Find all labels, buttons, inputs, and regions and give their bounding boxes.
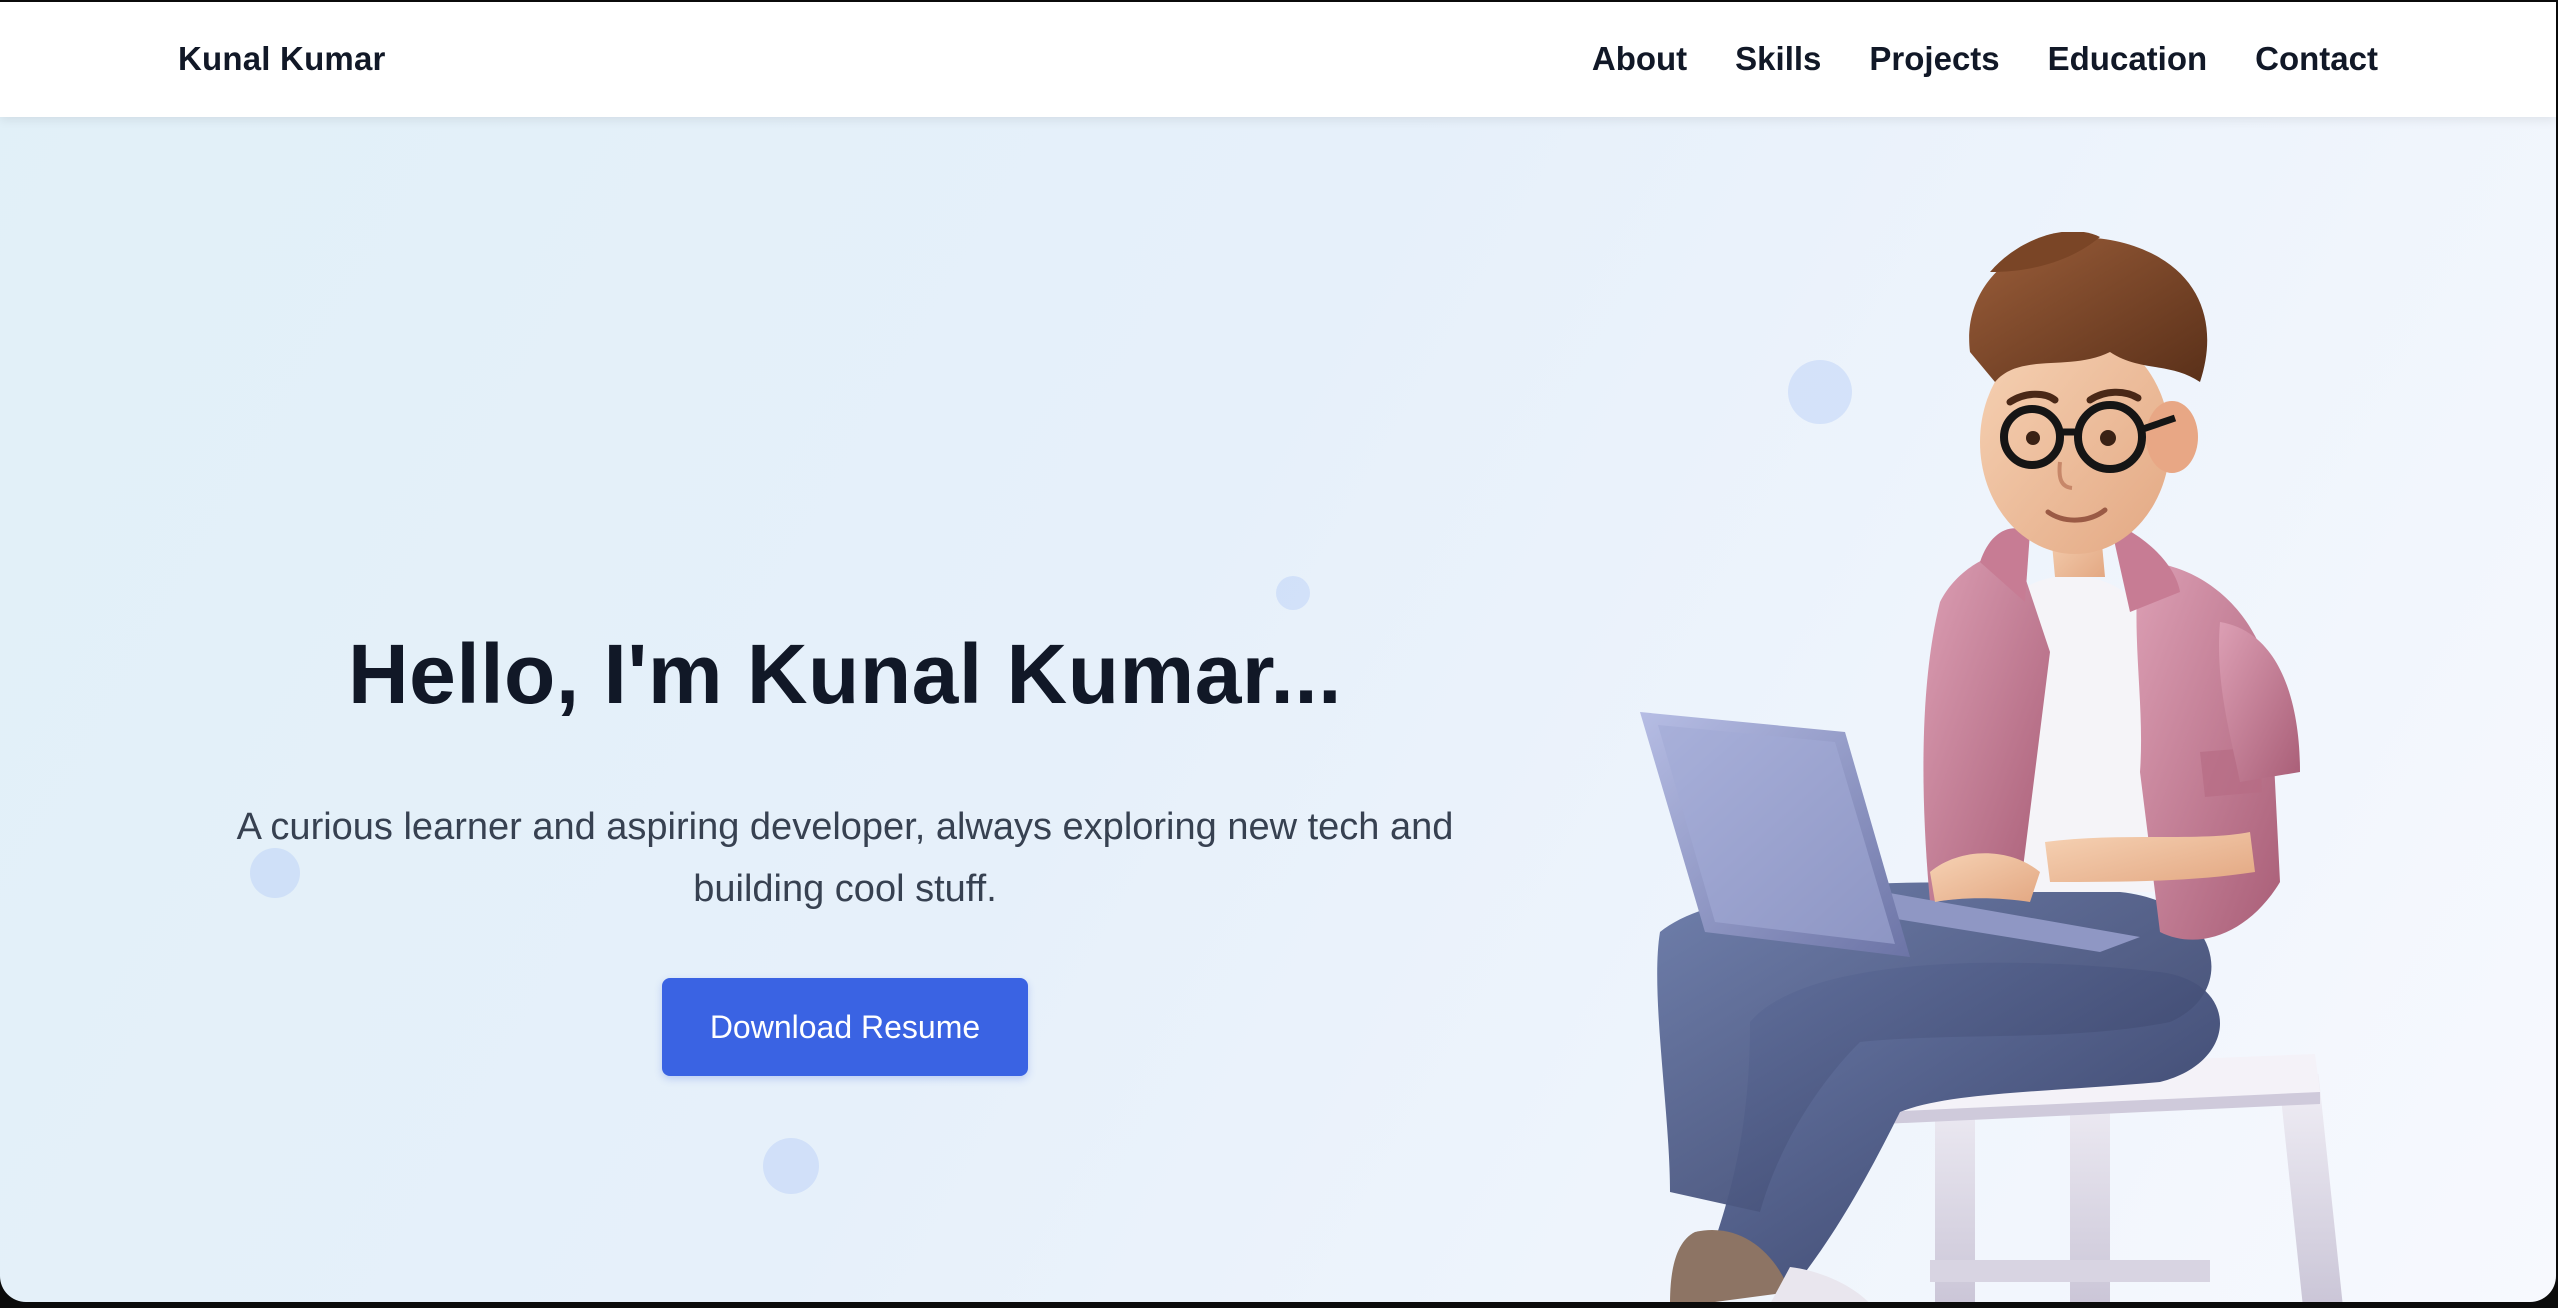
page: Kunal Kumar About Skills Projects Educat…	[0, 2, 2556, 1302]
hero-title: Hello, I'm Kunal Kumar...	[347, 627, 1342, 721]
nav-item-skills[interactable]: Skills	[1735, 40, 1821, 78]
top-navbar: Kunal Kumar About Skills Projects Educat…	[0, 2, 2556, 117]
developer-with-laptop-illustration	[1640, 232, 2344, 1302]
hero-section: Hello, I'm Kunal Kumar... A curious lear…	[200, 632, 1490, 1076]
brand-logo-link[interactable]: Kunal Kumar	[178, 40, 386, 78]
nav-item-about[interactable]: About	[1592, 40, 1687, 78]
nav-item-projects[interactable]: Projects	[1869, 40, 1999, 78]
decorative-bubble	[763, 1138, 819, 1194]
nav-links: About Skills Projects Education Contact	[1592, 40, 2378, 78]
nav-item-contact[interactable]: Contact	[2255, 40, 2378, 78]
download-resume-button[interactable]: Download Resume	[662, 978, 1028, 1076]
hero-subtitle: A curious learner and aspiring developer…	[236, 806, 1454, 910]
decorative-bubble	[1276, 576, 1310, 610]
nav-item-education[interactable]: Education	[2048, 40, 2208, 78]
